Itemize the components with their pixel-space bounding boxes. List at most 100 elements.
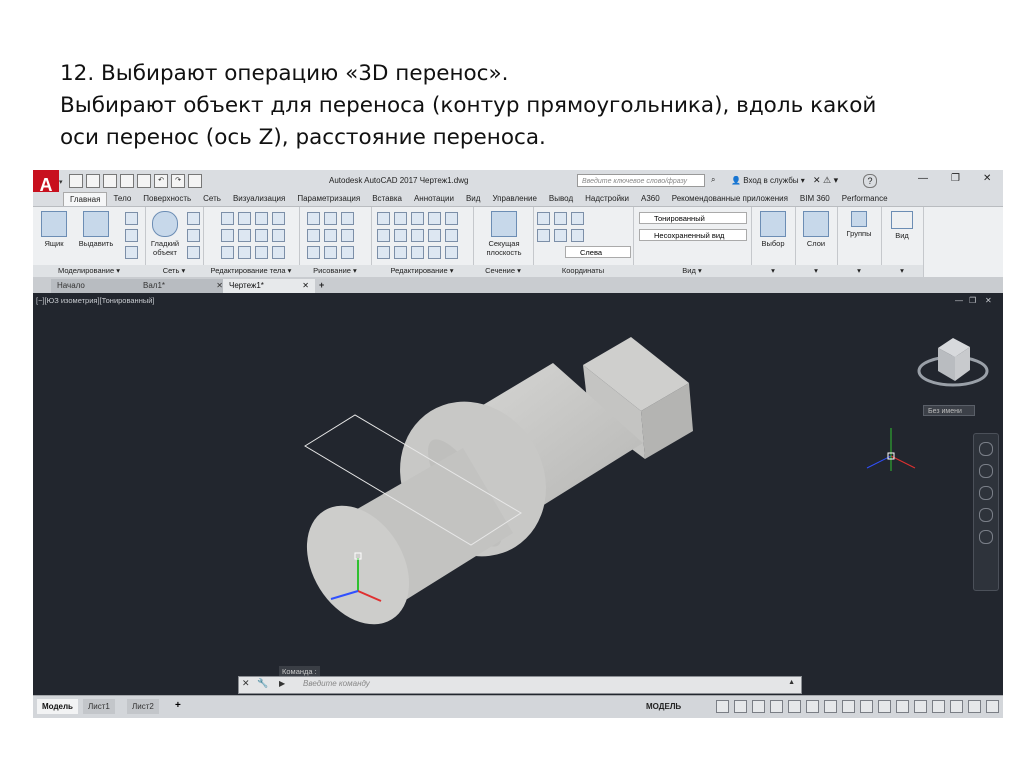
command-prompt-icon[interactable]: ▶ — [279, 679, 285, 688]
command-history-toggle-icon[interactable]: ▲ — [788, 679, 795, 686]
pan-icon[interactable] — [979, 464, 993, 478]
hardware-acceleration-icon[interactable] — [986, 700, 999, 713]
saved-view-select[interactable]: Несохраненный вид — [639, 229, 747, 241]
panel-draw-label[interactable]: Рисование ▾ — [299, 265, 371, 277]
union-icon[interactable] — [221, 212, 234, 225]
new-tab-button[interactable]: + — [319, 280, 324, 290]
ucs-icon[interactable] — [537, 212, 550, 225]
object-snap-icon[interactable] — [824, 700, 837, 713]
tab-11[interactable]: Надстройки — [579, 192, 635, 206]
command-input[interactable]: Введите команду — [303, 679, 370, 688]
solid-edit-4-icon[interactable] — [272, 212, 285, 225]
ellipse-icon[interactable] — [341, 246, 354, 259]
tab-13[interactable]: Рекомендованные приложения — [666, 192, 794, 206]
ucs-world-icon[interactable] — [554, 212, 567, 225]
close-icon[interactable]: ✕ — [216, 279, 223, 292]
gizmo-icon[interactable] — [394, 212, 407, 225]
copy-icon[interactable] — [428, 246, 441, 259]
binoculars-icon[interactable]: ⌕ — [711, 175, 715, 185]
tab-1[interactable]: Тело — [107, 192, 137, 206]
dynamic-ucs-icon[interactable] — [914, 700, 927, 713]
trim-icon[interactable] — [445, 212, 458, 225]
app-menu-dropdown-icon[interactable]: ▾ — [59, 178, 63, 186]
solid-edit-6-icon[interactable] — [238, 229, 251, 242]
subtract-icon[interactable] — [221, 229, 234, 242]
isolate-objects-icon[interactable] — [968, 700, 981, 713]
selection-button[interactable]: Выбор — [754, 211, 792, 248]
ucs-origin-icon[interactable] — [537, 229, 550, 242]
close-icon[interactable]: ✕ — [302, 279, 309, 292]
rotate-icon[interactable] — [394, 229, 407, 242]
steering-wheel-icon[interactable] — [979, 442, 993, 456]
solid-edit-11-icon[interactable] — [255, 246, 268, 259]
tab-0[interactable]: Главная — [63, 192, 108, 207]
tab-2[interactable]: Поверхность — [137, 192, 197, 206]
layout-tab-sheet1[interactable]: Лист1 — [83, 699, 115, 714]
undo-icon[interactable]: ↶ — [154, 174, 168, 188]
revolve-icon[interactable] — [125, 212, 138, 225]
redo-icon[interactable]: ↷ — [171, 174, 185, 188]
search-input[interactable]: Введите ключевое слово/фразу — [577, 174, 705, 187]
workspace-icon[interactable] — [188, 174, 202, 188]
close-icon[interactable]: ✕ — [242, 678, 250, 689]
arc-icon[interactable] — [341, 212, 354, 225]
view-button[interactable]: Вид — [883, 211, 921, 240]
layout-tab-model[interactable]: Модель — [37, 699, 78, 714]
move-icon[interactable] — [411, 212, 424, 225]
snap-icon[interactable] — [734, 700, 747, 713]
loft-icon[interactable] — [125, 246, 138, 259]
panel-groups-label[interactable]: ▾ — [837, 265, 881, 277]
open-icon[interactable] — [86, 174, 100, 188]
tab-15[interactable]: Performance — [836, 192, 894, 206]
panel-view-label[interactable]: Вид ▾ — [633, 265, 751, 277]
groups-button[interactable]: Группы — [840, 211, 878, 238]
add-layout-button[interactable]: + — [175, 700, 181, 711]
3d-rotate-icon[interactable] — [411, 229, 424, 242]
tab-5[interactable]: Параметризация — [291, 192, 366, 206]
helix-icon[interactable] — [324, 229, 337, 242]
panel-view-big-label[interactable]: ▾ — [881, 265, 923, 277]
grid-icon[interactable] — [716, 700, 729, 713]
panel-selection-label[interactable]: ▾ — [751, 265, 795, 277]
box-button[interactable]: Ящик — [35, 211, 73, 248]
intersect-icon[interactable] — [221, 246, 234, 259]
ucs-z-icon[interactable] — [554, 229, 567, 242]
orbit-icon[interactable] — [979, 508, 993, 522]
selection-cycling-icon[interactable] — [878, 700, 891, 713]
polyline-icon[interactable] — [307, 212, 320, 225]
model-space-button[interactable]: МОДЕЛЬ — [646, 702, 681, 711]
panel-modeling-label[interactable]: Моделирование ▾ — [33, 265, 145, 277]
circle-icon[interactable] — [341, 229, 354, 242]
fillet-icon[interactable] — [394, 246, 407, 259]
smooth-object-button[interactable]: Гладкий объект — [147, 211, 183, 257]
drawing-viewport[interactable]: [−][ЮЗ изометрия][Тонированный] — ❐ ✕ Бе… — [33, 293, 1003, 695]
tab-4[interactable]: Визуализация — [227, 192, 291, 206]
3d-move-icon[interactable] — [428, 212, 441, 225]
sweep-icon[interactable] — [125, 229, 138, 242]
doc-tab-shaft[interactable]: Вал1* ✕ — [137, 279, 229, 293]
offset-icon[interactable] — [377, 229, 390, 242]
mesh-tool-3-icon[interactable] — [187, 246, 200, 259]
panel-mesh-label[interactable]: Сеть ▾ — [145, 265, 203, 277]
tab-7[interactable]: Аннотации — [408, 192, 460, 206]
showmotion-icon[interactable] — [979, 530, 993, 544]
align-icon[interactable] — [428, 229, 441, 242]
solid-edit-3-icon[interactable] — [255, 212, 268, 225]
doc-tab-start[interactable]: Начало — [51, 279, 143, 293]
panel-coordinates-label[interactable]: Координаты — [533, 265, 633, 277]
save-as-icon[interactable] — [120, 174, 134, 188]
ortho-icon[interactable] — [752, 700, 765, 713]
annotation-scale-icon[interactable] — [932, 700, 945, 713]
polar-icon[interactable] — [770, 700, 783, 713]
array-icon[interactable] — [445, 229, 458, 242]
3d-osnap-icon[interactable] — [896, 700, 909, 713]
layers-button[interactable]: Слои — [797, 211, 835, 248]
mesh-tool-1-icon[interactable] — [187, 212, 200, 225]
scissors-icon[interactable] — [377, 212, 390, 225]
ucs-view-icon[interactable] — [571, 229, 584, 242]
tab-3[interactable]: Сеть — [197, 192, 227, 206]
panel-section-label[interactable]: Сечение ▾ — [473, 265, 533, 277]
solid-edit-12-icon[interactable] — [272, 246, 285, 259]
object-snap-tracking-icon[interactable] — [806, 700, 819, 713]
modify-more-icon[interactable] — [445, 246, 458, 259]
